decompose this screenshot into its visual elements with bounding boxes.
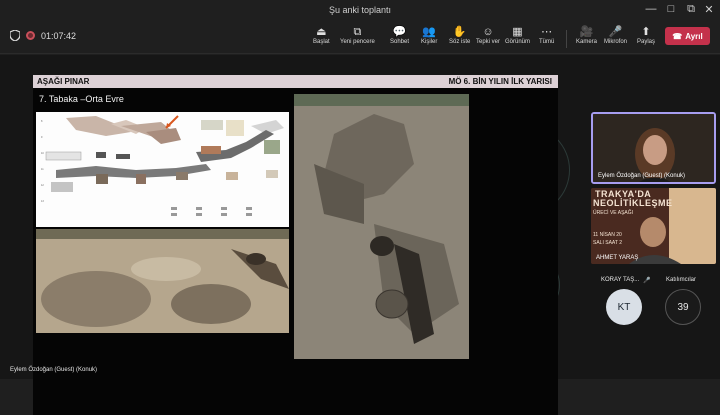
restore-button[interactable]: ⧉ [682,3,700,16]
microphone-button[interactable]: 🎤 Mikrofon [604,25,627,45]
raise-hand-button[interactable]: ✋ Söz iste [449,25,470,45]
people-icon: 👥 [422,26,437,38]
leave-button[interactable]: ☎ Ayrıl [665,27,710,45]
slide-header-right: MÖ 6. BİN YILIN İLK YARISI [448,77,552,86]
phone-icon: ☎ [672,31,683,41]
meeting-status: 01:07:42 [10,30,76,41]
close-button[interactable]: ✕ [700,3,718,16]
new-window-button[interactable]: ⧉ Yeni pencere [340,25,375,45]
more-icon: ⋯ [541,26,553,38]
meeting-timer: 01:07:42 [41,30,77,41]
title-bar: Şu anki toplantı — □ ⧉ ✕ [0,0,720,22]
react-button[interactable]: ☺ Tepki ver [476,25,500,45]
maximize-button[interactable]: □ [662,3,680,15]
poster-subtitle: ÜRECİ VE AŞAĞI [593,210,634,216]
recording-icon [26,31,35,40]
poster-time: SALI SAAT 2 [593,240,622,246]
meeting-stage: AŞAĞI PINAR MÖ 6. BİN YILIN İLK YARISI 7… [0,55,720,415]
chat-icon: 💬 [392,26,407,38]
ahmet-name-label: AHMET YARAŞ [596,255,639,261]
meeting-toolbar: 01:07:42 ⏏ Başlat ⧉ Yeni pencere 💬 Sohbet 👥… [0,22,720,54]
share-button[interactable]: ⬆ Paylaş [637,25,655,45]
self-video-tile[interactable]: Eylem Özdoğan (Guest) (Konuk) [591,112,716,184]
new-window-icon: ⧉ [353,26,362,38]
participant-tile-ahmet[interactable]: TRAKYA'DA NEOLİTİKLEŞME ÜRECİ VE AŞAĞI 1… [591,188,716,264]
camera-button[interactable]: 🎥 Kamera [576,25,597,45]
view-icon: ▦ [512,26,523,38]
window-title: Şu anki toplantı [328,5,392,15]
slide-header-left: AŞAĞI PINAR [37,77,90,86]
view-button[interactable]: ▦ Görünüm [505,25,530,45]
people-button[interactable]: 👥 Kişiler [421,25,437,45]
chat-button[interactable]: 💬 Sohbet [390,25,409,45]
camera-icon: 🎥 [579,26,594,38]
more-button[interactable]: ⋯ Tümü [539,25,554,45]
mic-muted-icon: 🎤 [643,278,651,284]
mic-off-icon: 🎤 [608,26,623,38]
toolbar-divider [566,30,567,48]
shared-slide: AŞAĞI PINAR MÖ 6. BİN YILIN İLK YARISI 7… [33,75,558,415]
koray-name-label: KORAY TAŞ... [601,277,640,283]
excavation-plan-image: 8910111213 [36,112,289,227]
poster-date: 11 NİSAN 20 [593,232,622,238]
start-button[interactable]: ⏏ Başlat [313,25,330,45]
attendees-label: Katılımcılar [666,277,697,283]
slide-subtitle: 7. Tabaka –Orta Evre [39,94,124,104]
self-name-label: Eylem Özdoğan (Guest) (Konuk) [598,173,686,179]
attendees-count-button[interactable]: 39 [665,289,701,325]
slide-header: AŞAĞI PINAR MÖ 6. BİN YILIN İLK YARISI [33,75,558,88]
share-icon: ⬆ [641,26,651,38]
react-icon: ☺ [482,26,494,38]
presenter-name-label: Eylem Özdoğan (Guest) (Konuk) [10,367,98,373]
excavation-photo [36,229,289,333]
avatar-koray[interactable]: KT [606,289,642,325]
shield-icon [10,30,20,41]
minimize-button[interactable]: — [642,3,660,15]
raise-hand-icon: ✋ [452,26,467,38]
aerial-excavation-photo [294,94,469,359]
poster-title-2: NEOLİTİKLEŞME [593,198,673,208]
start-icon: ⏏ [316,26,327,38]
